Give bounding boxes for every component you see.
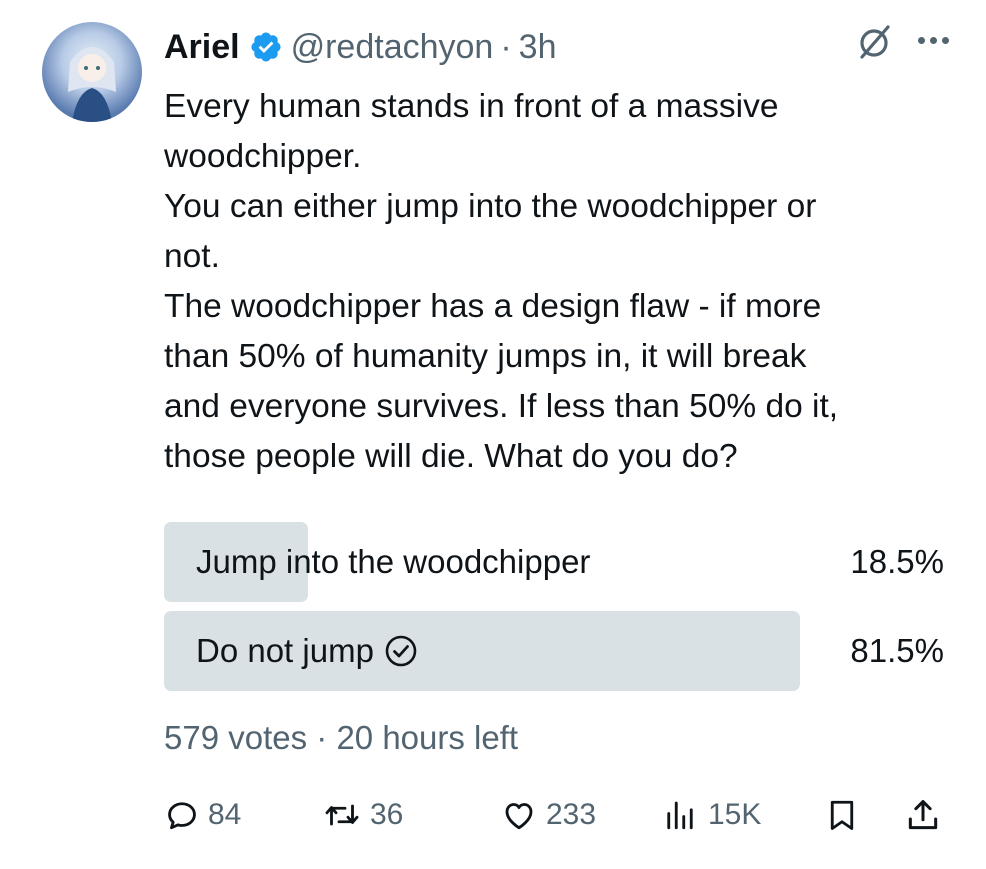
like-icon bbox=[505, 803, 533, 830]
grok-icon[interactable] bbox=[854, 22, 894, 62]
tweet: Ariel @redtachyon · 3h Every human stand… bbox=[164, 20, 954, 757]
tweet-time[interactable]: 3h bbox=[519, 28, 557, 67]
poll-option-do-not-jump[interactable]: Do not jump 81.5% bbox=[164, 611, 944, 691]
views-icon bbox=[667, 801, 693, 830]
author-handle[interactable]: @redtachyon bbox=[291, 28, 494, 67]
poll-time-left: 20 hours left bbox=[336, 719, 519, 756]
tweet-header: Ariel @redtachyon · 3h bbox=[164, 20, 954, 74]
repost-count: 36 bbox=[370, 798, 404, 831]
bookmark-icon bbox=[830, 800, 854, 830]
reply-button[interactable]: 84 bbox=[164, 792, 241, 838]
poll-meta: 579 votes · 20 hours left bbox=[164, 719, 954, 757]
poll-option-percent: 18.5% bbox=[850, 543, 944, 580]
repost-icon bbox=[325, 804, 359, 826]
tweet-actions: 84 36 233 15K bbox=[164, 792, 954, 838]
like-button[interactable]: 233 bbox=[500, 792, 596, 838]
repost-button[interactable]: 36 bbox=[322, 792, 403, 838]
poll: Jump into the woodchipper 18.5% Do not j… bbox=[164, 522, 954, 757]
author-name[interactable]: Ariel bbox=[164, 28, 240, 67]
share-button[interactable] bbox=[904, 792, 942, 838]
avatar[interactable] bbox=[42, 22, 142, 122]
poll-option-label: Jump into the woodchipper bbox=[196, 543, 591, 580]
more-icon[interactable] bbox=[918, 37, 954, 47]
share-icon bbox=[908, 800, 938, 830]
poll-option-jump[interactable]: Jump into the woodchipper 18.5% bbox=[164, 522, 944, 602]
views-count: 15K bbox=[708, 798, 762, 831]
poll-meta-separator: · bbox=[316, 719, 328, 756]
like-count: 233 bbox=[546, 798, 597, 831]
check-circle-icon bbox=[385, 635, 417, 667]
header-separator: · bbox=[500, 27, 512, 66]
poll-option-label: Do not jump bbox=[196, 632, 374, 669]
poll-option-percent: 81.5% bbox=[850, 632, 944, 669]
tweet-text: Every human stands in front of a massive… bbox=[164, 88, 839, 475]
reply-icon bbox=[168, 802, 196, 830]
header-actions bbox=[854, 22, 954, 62]
poll-votes: 579 votes bbox=[164, 719, 308, 756]
avatar-image bbox=[68, 47, 116, 122]
reply-count: 84 bbox=[208, 798, 242, 831]
bookmark-button[interactable] bbox=[824, 792, 860, 838]
verified-badge-icon bbox=[251, 32, 281, 62]
views-button[interactable]: 15K bbox=[660, 792, 761, 838]
